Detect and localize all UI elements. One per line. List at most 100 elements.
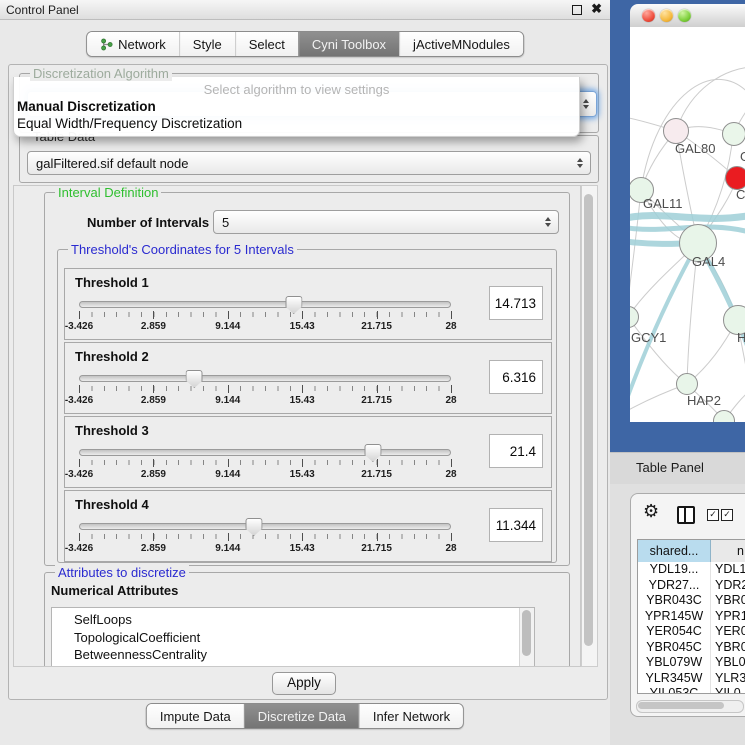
- cell-name[interactable]: YDR2: [711, 578, 745, 594]
- slider-tick-label: 9.144: [215, 395, 240, 406]
- cell-shared-name[interactable]: YDL19...: [638, 562, 711, 578]
- table-data-combobox[interactable]: galFiltered.sif default node: [27, 151, 591, 175]
- table-horizontal-scrollbar[interactable]: [636, 700, 744, 713]
- number-of-intervals-combobox[interactable]: 5: [213, 210, 559, 234]
- apply-button[interactable]: Apply: [272, 672, 336, 695]
- list-item[interactable]: BetweennessCentrality: [52, 646, 534, 664]
- threshold-1-slider[interactable]: -3.426 2.859 9.144 15.43 21.715 28: [79, 296, 451, 334]
- threshold-value-field[interactable]: 14.713: [489, 286, 543, 320]
- threshold-label: Threshold 4: [75, 497, 149, 512]
- tab-select[interactable]: Select: [235, 32, 298, 56]
- numerical-attributes-label: Numerical Attributes: [51, 583, 178, 598]
- tab-label: Discretize Data: [258, 709, 346, 724]
- cell-shared-name[interactable]: YPR145W: [638, 609, 711, 625]
- table-row[interactable]: YDR27...YDR2: [638, 578, 745, 594]
- cell-name[interactable]: YBL0: [711, 655, 745, 671]
- slider-ticks: [79, 386, 451, 391]
- cell-shared-name[interactable]: YBR043C: [638, 593, 711, 609]
- tab-discretize-data[interactable]: Discretize Data: [244, 704, 359, 728]
- tab-jactivemnodules[interactable]: jActiveMNodules: [399, 32, 523, 56]
- cell-name[interactable]: YDL1: [711, 562, 745, 578]
- slider-tick-label: 9.144: [215, 321, 240, 332]
- settings-scrollbar[interactable]: [581, 185, 598, 667]
- tab-label: Network: [118, 37, 166, 52]
- scrollbar-thumb[interactable]: [638, 702, 724, 709]
- slider-tick: [153, 311, 154, 319]
- slider-track[interactable]: [79, 301, 451, 308]
- float-window-icon[interactable]: [572, 5, 582, 15]
- slider-tick: [377, 459, 378, 467]
- cell-shared-name[interactable]: YDR27...: [638, 578, 711, 594]
- column-header-name[interactable]: n: [711, 540, 745, 562]
- table-row[interactable]: YPR145WYPR1: [638, 609, 745, 625]
- network-node[interactable]: [722, 122, 745, 146]
- list-item[interactable]: TopologicalCoefficient: [52, 629, 534, 647]
- table-row[interactable]: YBL079WYBL0: [638, 655, 745, 671]
- cell-shared-name[interactable]: YIL053C: [638, 686, 711, 694]
- slider-track[interactable]: [79, 523, 451, 530]
- threshold-2-slider[interactable]: -3.426 2.859 9.144 15.43 21.715 28: [79, 370, 451, 408]
- close-traffic-light[interactable]: [642, 9, 655, 22]
- network-canvas[interactable]: GAL80GACGAL11GAL4GCY1HHAP2: [630, 27, 745, 422]
- split-columns-icon[interactable]: [677, 506, 695, 524]
- cell-name[interactable]: YER0: [711, 624, 745, 640]
- numerical-attributes-list[interactable]: SelfLoopsTopologicalCoefficientBetweenne…: [51, 607, 535, 667]
- threshold-value-field[interactable]: 21.4: [489, 434, 543, 468]
- column-header-shared-name[interactable]: shared...: [638, 540, 711, 562]
- group-label: Threshold's Coordinates for 5 Intervals: [68, 242, 297, 257]
- tab-network[interactable]: Network: [87, 32, 179, 56]
- threshold-value-field[interactable]: 11.344: [489, 508, 543, 542]
- cell-name[interactable]: YLR3: [711, 671, 745, 687]
- network-window-titlebar[interactable]: [630, 4, 745, 28]
- dropdown-option-equal-width-frequency[interactable]: Equal Width/Frequency Discretization: [14, 115, 579, 132]
- slider-track[interactable]: [79, 449, 451, 456]
- table-row[interactable]: YBR043CYBR0: [638, 593, 745, 609]
- tab-infer-network[interactable]: Infer Network: [359, 704, 463, 728]
- cell-shared-name[interactable]: YLR345W: [638, 671, 711, 687]
- slider-tick-label: 15.43: [290, 395, 315, 406]
- cell-shared-name[interactable]: YBR045C: [638, 640, 711, 656]
- slider-tick: [302, 385, 303, 393]
- table-row[interactable]: YLR345WYLR3: [638, 671, 745, 687]
- table-row[interactable]: YIL053CYIL0: [638, 686, 745, 694]
- network-edges: [630, 27, 745, 422]
- slider-tick: [451, 533, 452, 541]
- table-row[interactable]: YBR045CYBR0: [638, 640, 745, 656]
- network-node[interactable]: [676, 373, 698, 395]
- checkbox-icon[interactable]: ✓: [721, 509, 733, 521]
- slider-tick: [302, 533, 303, 541]
- tab-label: Style: [193, 37, 222, 52]
- zoom-traffic-light[interactable]: [678, 9, 691, 22]
- number-of-intervals-label: Number of Intervals: [87, 215, 209, 230]
- slider-track[interactable]: [79, 375, 451, 382]
- threshold-1-panel: Threshold 1 -3.426 2.859 9.144 15.43 21.…: [64, 268, 552, 340]
- checkbox-icon[interactable]: ✓: [707, 509, 719, 521]
- slider-tick-label: 28: [445, 395, 456, 406]
- threshold-value-field[interactable]: 6.316: [489, 360, 543, 394]
- slider-tick: [228, 533, 229, 541]
- cell-shared-name[interactable]: YER054C: [638, 624, 711, 640]
- list-item[interactable]: SelfLoops: [52, 611, 534, 629]
- slider-tick: [377, 385, 378, 393]
- threshold-3-slider[interactable]: -3.426 2.859 9.144 15.43 21.715 28: [79, 444, 451, 482]
- list-scrollbar[interactable]: [519, 608, 534, 667]
- scrollbar-thumb[interactable]: [522, 610, 531, 656]
- cell-name[interactable]: YBR0: [711, 593, 745, 609]
- tab-impute-data[interactable]: Impute Data: [147, 704, 244, 728]
- tab-cyni-toolbox[interactable]: Cyni Toolbox: [298, 32, 399, 56]
- table-row[interactable]: YER054CYER0: [638, 624, 745, 640]
- network-view-window: GAL80GACGAL11GAL4GCY1HHAP2: [610, 0, 745, 452]
- threshold-4-slider[interactable]: -3.426 2.859 9.144 15.43 21.715 28: [79, 518, 451, 556]
- scrollbar-thumb[interactable]: [584, 194, 593, 646]
- slider-tick-label: -3.426: [65, 543, 93, 554]
- cell-name[interactable]: YPR1: [711, 609, 745, 625]
- gear-icon[interactable]: ⚙: [643, 501, 659, 522]
- cell-name[interactable]: YIL0: [711, 686, 745, 694]
- dropdown-option-manual-discretization[interactable]: Manual Discretization: [14, 98, 579, 115]
- tab-style[interactable]: Style: [179, 32, 235, 56]
- minimize-traffic-light[interactable]: [660, 9, 673, 22]
- cell-shared-name[interactable]: YBL079W: [638, 655, 711, 671]
- cell-name[interactable]: YBR0: [711, 640, 745, 656]
- close-icon[interactable]: ✖: [591, 1, 602, 17]
- table-row[interactable]: YDL19...YDL1: [638, 562, 745, 578]
